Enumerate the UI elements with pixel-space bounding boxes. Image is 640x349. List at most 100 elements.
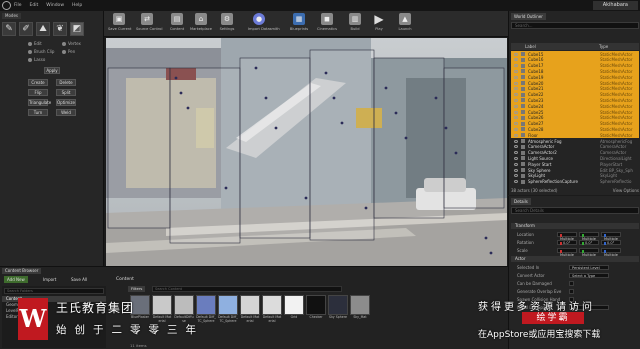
scale-field[interactable]: Multiple [557, 248, 577, 257]
actor-property-value[interactable]: Persistent Level [569, 265, 609, 270]
content-path-breadcrumb[interactable]: Content [116, 276, 134, 283]
visibility-eye-icon[interactable] [514, 168, 518, 172]
view-options-button[interactable]: View Options [613, 188, 639, 193]
watermark-line-1: 获得更多资源请访问 [478, 302, 595, 313]
asset-tile[interactable]: Sky Sphere [328, 295, 348, 320]
import-datasmith-button[interactable]: ● Import Datasmith [248, 13, 280, 35]
settings-button[interactable]: ⚙ Settings [216, 13, 238, 35]
visibility-eye-icon[interactable] [514, 145, 518, 149]
visibility-eye-icon[interactable] [514, 69, 518, 73]
option-brush-clip[interactable]: Brush Clip [28, 49, 54, 54]
asset-tile[interactable]: Sky_Mat [350, 295, 370, 320]
turn-button[interactable]: Turn [28, 109, 48, 116]
cinematics-button[interactable]: ◼ Cinematics [316, 13, 338, 35]
level-viewport[interactable] [106, 38, 507, 266]
location-field[interactable]: Multiple [579, 232, 599, 241]
actor-property-value[interactable]: Select a Type [569, 273, 609, 278]
flip-button[interactable]: Flip [28, 89, 48, 96]
optimize-button[interactable]: Optimize [56, 99, 76, 106]
actor-property-value[interactable] [569, 289, 574, 294]
visibility-eye-icon[interactable] [514, 127, 518, 131]
asset-tile[interactable]: Checker [306, 295, 326, 320]
option-edit[interactable]: Edit [28, 41, 42, 46]
visibility-eye-icon[interactable] [514, 139, 518, 143]
weld-button[interactable]: Weld [56, 109, 76, 116]
visibility-eye-icon[interactable] [514, 81, 518, 85]
visibility-eye-icon[interactable] [514, 58, 518, 62]
details-search-input[interactable]: Search Details [511, 207, 639, 214]
menu-window[interactable]: Window [46, 3, 64, 8]
visibility-eye-icon[interactable] [514, 93, 518, 97]
split-button[interactable]: Split [56, 89, 76, 96]
asset-tile[interactable]: Grid [284, 295, 304, 320]
import-button[interactable]: Import [40, 276, 59, 283]
unreal-logo-icon[interactable] [2, 1, 11, 10]
asset-tile[interactable]: Default Diff_TC_Sphere [218, 295, 238, 323]
visibility-eye-icon[interactable] [514, 87, 518, 91]
save-current-button[interactable]: ▣ Save Current [108, 13, 131, 35]
visibility-eye-icon[interactable] [514, 174, 518, 178]
source-control-button[interactable]: ⇄ Source Control [136, 13, 162, 35]
apply-button[interactable]: Apply [44, 67, 60, 74]
tab-content-browser[interactable]: Content Browser [2, 268, 42, 274]
paint-mode-icon[interactable]: ✐ [19, 22, 33, 36]
rotation-field[interactable]: 0.0° [601, 240, 621, 245]
column-label[interactable]: Label [525, 44, 599, 49]
option-pen[interactable]: Pen [62, 49, 75, 54]
menu-edit[interactable]: Edit [30, 3, 39, 8]
visibility-eye-icon[interactable] [514, 122, 518, 126]
outliner-search-input[interactable]: Search... [511, 22, 639, 29]
search-folders-input[interactable]: Search Folders [4, 288, 104, 294]
location-field[interactable]: Multiple [601, 232, 621, 241]
option-lasso[interactable]: Lasso [28, 57, 45, 62]
create-button[interactable]: Create [28, 79, 48, 86]
visibility-eye-icon[interactable] [514, 151, 518, 155]
place-mode-icon[interactable]: ✎ [2, 22, 16, 36]
asset-tile[interactable]: Default Material [240, 295, 260, 323]
location-field[interactable]: Multiple [557, 232, 577, 241]
outliner-row[interactable]: SphereReflectionCapture SphereReflectio [511, 179, 639, 185]
tab-details[interactable]: Details [511, 198, 531, 205]
transform-section[interactable]: Transform [511, 223, 639, 229]
geometry-mode-icon[interactable]: ◩ [70, 22, 84, 36]
visibility-eye-icon[interactable] [514, 64, 518, 68]
actor-icon [521, 115, 525, 120]
scale-field[interactable]: Multiple [579, 248, 599, 257]
visibility-eye-icon[interactable] [514, 110, 518, 114]
actor-section[interactable]: Actor [511, 256, 639, 262]
asset-tile[interactable]: Default Material [262, 295, 282, 323]
build-button[interactable]: ▥ Build [344, 13, 366, 35]
column-type[interactable]: Type [599, 44, 608, 49]
play-button[interactable]: ▶ Play [368, 13, 390, 35]
visibility-eye-icon[interactable] [514, 98, 518, 102]
visibility-eye-icon[interactable] [514, 180, 518, 184]
tab-world-outliner[interactable]: World Outliner [511, 13, 546, 20]
actor-property-value[interactable] [569, 281, 574, 286]
menu-file[interactable]: File [14, 3, 22, 8]
scale-field[interactable]: Multiple [601, 248, 621, 257]
filters-button[interactable]: Filters [128, 286, 146, 292]
blueprints-button[interactable]: ▦ Blueprints [288, 13, 310, 35]
menu-help[interactable]: Help [72, 3, 82, 8]
delete-button[interactable]: Delete [56, 79, 76, 86]
landscape-mode-icon[interactable]: ⛰ [36, 22, 50, 36]
save-all-button[interactable]: Save All [68, 276, 90, 283]
rotation-field[interactable]: 0.0° [557, 240, 577, 245]
visibility-eye-icon[interactable] [514, 52, 518, 56]
marketplace-button[interactable]: ⌂ Marketplace [190, 13, 212, 35]
visibility-eye-icon[interactable] [514, 75, 518, 79]
content-button[interactable]: ▤ Content [166, 13, 188, 35]
add-new-button[interactable]: Add New [4, 276, 28, 283]
visibility-eye-icon[interactable] [514, 104, 518, 108]
visibility-eye-icon[interactable] [514, 133, 518, 137]
triangulate-button[interactable]: Triangulate [28, 99, 51, 106]
search-content-input[interactable]: Search Content [152, 286, 342, 292]
tab-modes[interactable]: Modes [2, 13, 21, 19]
foliage-mode-icon[interactable]: ❦ [53, 22, 67, 36]
visibility-eye-icon[interactable] [514, 162, 518, 166]
launch-button[interactable]: ▲ Launch [394, 13, 416, 35]
visibility-eye-icon[interactable] [514, 116, 518, 120]
option-vertex[interactable]: Vertex [62, 41, 81, 46]
rotation-field[interactable]: 0.0° [579, 240, 599, 245]
visibility-eye-icon[interactable] [514, 156, 518, 160]
